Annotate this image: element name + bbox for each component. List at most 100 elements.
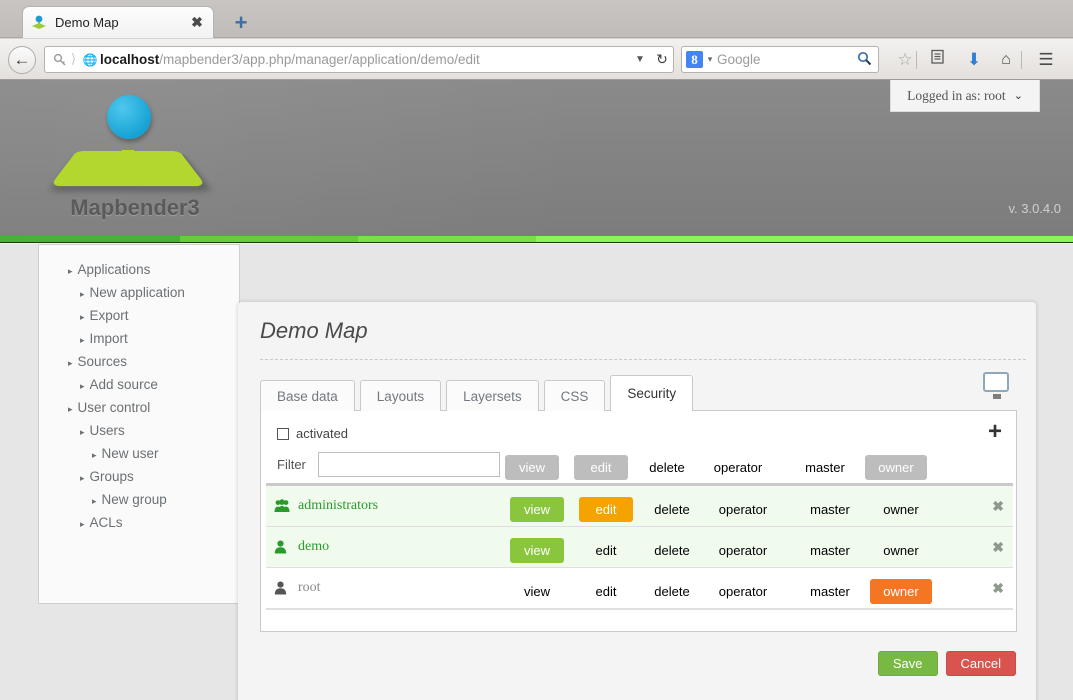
page-title: Demo Map	[260, 318, 368, 343]
permission-delete[interactable]: delete	[644, 497, 700, 522]
remove-row-icon[interactable]: ✖	[992, 580, 1004, 597]
activated-checkbox-row[interactable]: activated	[277, 426, 348, 441]
search-input[interactable]: Google	[717, 52, 854, 67]
table-bottom-border	[266, 609, 1013, 610]
permission-owner[interactable]: owner	[870, 579, 932, 604]
tab-label: CSS	[560, 388, 589, 404]
close-icon[interactable]: ✖	[189, 15, 205, 31]
permission-edit[interactable]: edit	[579, 579, 633, 604]
sidebar-item-applications[interactable]: ▸ Applications	[39, 259, 239, 282]
permission-delete[interactable]: delete	[644, 538, 700, 563]
url-host: localhost	[100, 52, 160, 67]
sidebar-item-new-group[interactable]: ▸ New group	[39, 489, 239, 512]
activated-checkbox[interactable]	[277, 427, 289, 440]
downloads-icon[interactable]: ⬇	[962, 49, 986, 71]
chevron-right-icon: ▸	[68, 358, 73, 368]
search-icon[interactable]	[854, 51, 874, 69]
sidebar-item-label: New group	[101, 492, 167, 507]
home-icon[interactable]: ⌂	[994, 49, 1018, 71]
sidebar-item-label: Applications	[77, 262, 151, 277]
sidebar-item-new-user[interactable]: ▸ New user	[39, 443, 239, 466]
permission-operator[interactable]: operator	[708, 497, 778, 522]
green-bar-segment	[0, 236, 180, 242]
sidebar-item-label: Groups	[89, 469, 134, 484]
tab-layersets[interactable]: Layersets	[446, 380, 539, 411]
tab-security[interactable]: Security	[610, 375, 694, 411]
reload-icon[interactable]: ↻	[651, 51, 673, 68]
sidebar-item-sources[interactable]: ▸ Sources	[39, 351, 239, 374]
permission-master[interactable]: master	[800, 497, 860, 522]
permission-view[interactable]: view	[510, 497, 564, 522]
permission-edit[interactable]: edit	[579, 497, 633, 522]
save-button[interactable]: Save	[877, 651, 938, 676]
permission-owner[interactable]: owner	[870, 497, 932, 522]
cancel-button[interactable]: Cancel	[945, 651, 1016, 676]
table-row[interactable]: administrators view edit delete operator mast…	[266, 486, 1013, 527]
chevron-down-icon[interactable]: ▼	[629, 54, 651, 65]
chevron-right-icon: ▸	[80, 519, 85, 529]
chevron-right-icon: ▸	[80, 289, 85, 299]
chevron-right-icon: ▸	[80, 381, 85, 391]
permission-owner[interactable]: owner	[870, 538, 932, 563]
url-bar[interactable]: ⟩ 🌐 localhost/mapbender3/app.php/manager…	[44, 46, 674, 73]
add-permission-button[interactable]: +	[988, 420, 1002, 444]
table-row[interactable]: root view edit delete operator master owner ✖	[266, 568, 1013, 609]
chevron-down-icon[interactable]: ▾	[703, 54, 717, 65]
permission-edit[interactable]: edit	[579, 538, 633, 563]
toolbar-divider	[1021, 51, 1022, 69]
tab-css[interactable]: CSS	[543, 380, 606, 411]
permission-owner[interactable]: owner	[865, 455, 927, 480]
browser-tab-demo-map[interactable]: Demo Map ✖	[22, 6, 214, 38]
logged-in-user-menu[interactable]: Logged in as: root ⌄	[890, 80, 1040, 112]
new-tab-button[interactable]: +	[228, 12, 254, 36]
monitor-icon[interactable]	[983, 372, 1009, 399]
chevron-right-icon: ▸	[68, 404, 73, 414]
sidebar-item-label: Add source	[89, 377, 158, 392]
permission-master[interactable]: master	[800, 579, 860, 604]
tab-layouts[interactable]: Layouts	[359, 380, 442, 411]
permission-delete[interactable]: delete	[639, 455, 695, 480]
sidebar-item-label: Export	[89, 308, 129, 323]
tab-label: Base data	[277, 388, 338, 404]
chevron-right-icon: ▸	[80, 427, 85, 437]
remove-row-icon[interactable]: ✖	[992, 539, 1004, 556]
search-bar[interactable]: 8 ▾ Google	[681, 46, 879, 73]
permission-view[interactable]: view	[505, 455, 559, 480]
sidebar-item-import[interactable]: ▸ Import	[39, 328, 239, 351]
green-accent-bar	[0, 236, 1073, 243]
hamburger-menu-icon[interactable]: ☰	[1034, 49, 1058, 71]
browser-navbar: ← ⟩ 🌐 localhost/mapbender3/app.php/manag…	[0, 39, 1073, 80]
sidebar-item-users[interactable]: ▸ Users	[39, 420, 239, 443]
tab-base-data[interactable]: Base data	[260, 380, 355, 411]
permission-operator[interactable]: operator	[703, 455, 773, 480]
sidebar-item-acls[interactable]: ▸ ACLs	[39, 512, 239, 535]
sidebar-item-add-source[interactable]: ▸ Add source	[39, 374, 239, 397]
sidebar-nav: ▸ Applications ▸ New application ▸ Export ▸ Imp…	[38, 244, 240, 604]
sidebar-item-groups[interactable]: ▸ Groups	[39, 466, 239, 489]
browser-tab-title: Demo Map	[55, 15, 119, 30]
dialog-action-buttons: Save Cancel	[877, 651, 1016, 676]
chevron-right-icon: ▸	[80, 312, 85, 322]
permission-view[interactable]: view	[510, 538, 564, 563]
permission-master[interactable]: master	[800, 538, 860, 563]
sidebar-item-user-control[interactable]: ▸ User control	[39, 397, 239, 420]
sidebar-item-label: Import	[89, 331, 128, 346]
bookmark-star-icon[interactable]: ☆	[893, 49, 917, 71]
permission-operator[interactable]: operator	[708, 538, 778, 563]
permission-header-row: view edit delete operator master owner	[261, 447, 1016, 483]
permission-operator[interactable]: operator	[708, 579, 778, 604]
permission-delete[interactable]: delete	[644, 579, 700, 604]
table-row[interactable]: demo view edit delete operator master owner ✖	[266, 527, 1013, 568]
tab-label: Layouts	[376, 388, 425, 404]
sidebar-item-export[interactable]: ▸ Export	[39, 305, 239, 328]
sidebar-item-new-application[interactable]: ▸ New application	[39, 282, 239, 305]
globe-icon: 🌐	[82, 52, 98, 67]
remove-row-icon[interactable]: ✖	[992, 498, 1004, 515]
permission-view[interactable]: view	[510, 579, 564, 604]
permission-edit[interactable]: edit	[574, 455, 628, 480]
back-button[interactable]: ←	[8, 46, 36, 74]
reader-list-icon[interactable]	[925, 49, 949, 71]
google-icon[interactable]: 8	[686, 51, 703, 68]
identity-key-icon	[49, 50, 71, 70]
permission-master[interactable]: master	[795, 455, 855, 480]
